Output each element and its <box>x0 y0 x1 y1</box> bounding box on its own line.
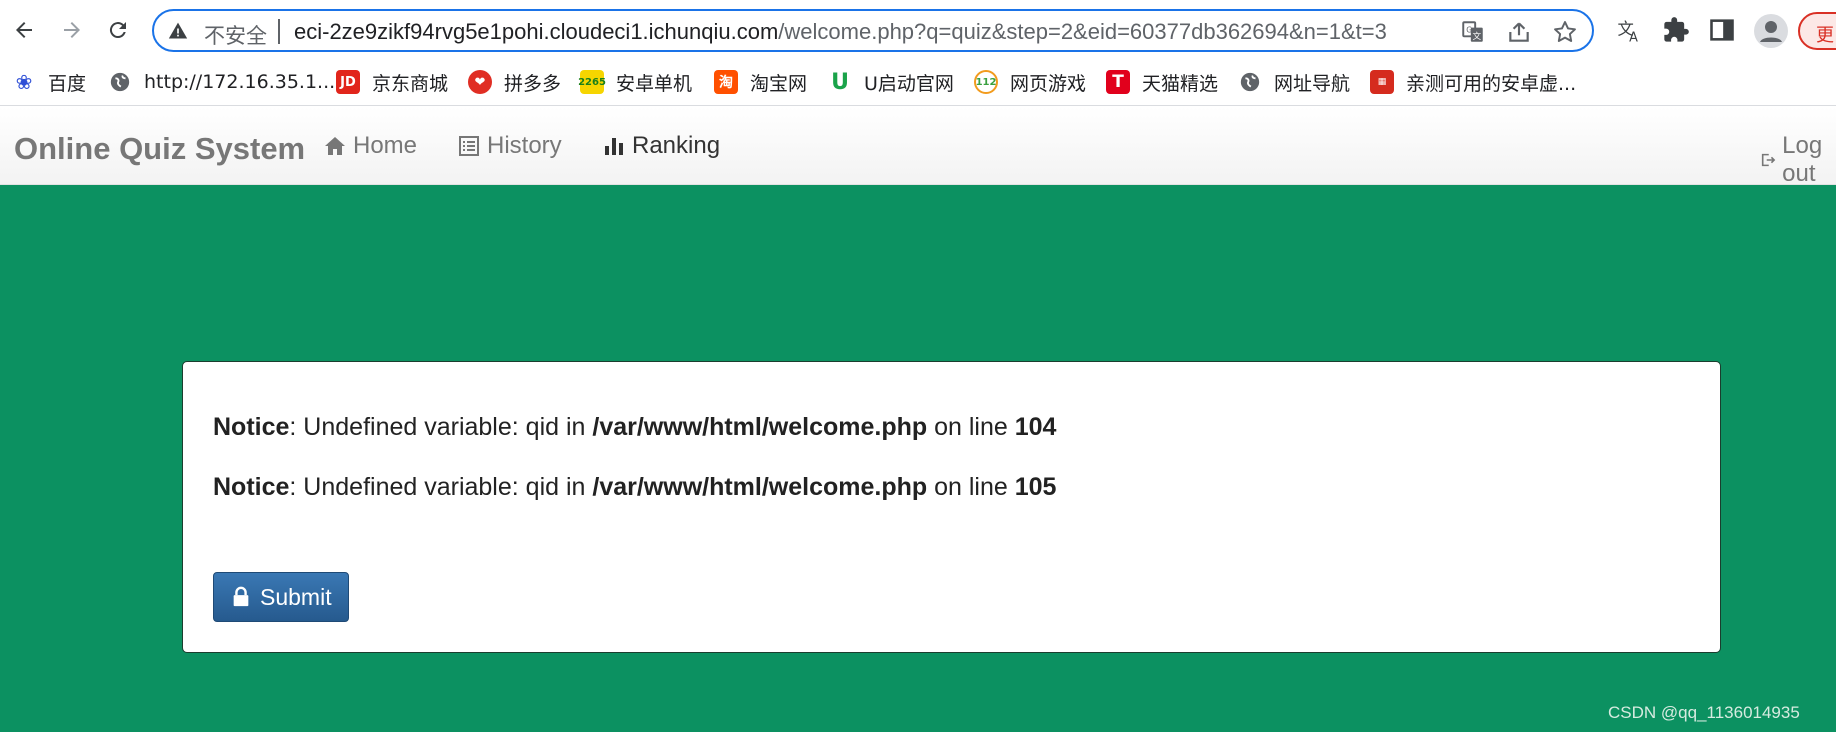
bookmark-item[interactable]: ❤ 拼多多 <box>468 67 561 97</box>
app-logo-icon: ▦ <box>1370 70 1394 94</box>
nav-logout[interactable]: Log out <box>1760 132 1836 188</box>
bookmark-label: 京东商城 <box>372 72 449 95</box>
reload-button[interactable] <box>100 12 136 48</box>
security-label[interactable]: 不安全 <box>204 20 267 50</box>
main-content: Notice: Undefined variable: qid in /var/… <box>0 185 1836 732</box>
bookmark-item[interactable]: http://172.16.35.1... <box>108 67 335 97</box>
notice-file: /var/www/html/welcome.php <box>592 473 928 501</box>
bookmark-item[interactable]: T 天猫精选 <box>1106 67 1218 97</box>
bookmark-label: U启动官网 <box>864 72 954 95</box>
tmall-logo-icon: T <box>1106 70 1130 94</box>
bookmark-star-icon[interactable] <box>1552 19 1578 45</box>
bookmark-label: 百度 <box>48 72 87 95</box>
translate-page-icon[interactable]: 文G <box>1460 19 1486 45</box>
url-path: /welcome.php?q=quiz&step=2&eid=60377db36… <box>778 19 1387 44</box>
site-brand[interactable]: Online Quiz System <box>14 131 305 167</box>
update-button[interactable]: 更 <box>1798 12 1836 50</box>
notice-on-line: on line <box>927 473 1015 501</box>
nav-ranking-label: Ranking <box>632 132 721 159</box>
bookmark-label: 网址导航 <box>1274 72 1351 95</box>
side-panel-icon[interactable] <box>1708 16 1736 44</box>
bookmark-label: 淘宝网 <box>750 72 808 95</box>
reload-icon <box>109 22 126 39</box>
arrow-left-icon <box>16 22 32 38</box>
nav-logout-label: Log out <box>1782 132 1823 187</box>
warning-triangle-icon <box>168 22 188 39</box>
jd-logo-icon: JD <box>336 70 360 94</box>
person-icon <box>1760 21 1782 42</box>
bookmark-item[interactable]: JD 京东商城 <box>336 67 448 97</box>
notice-line-number: 105 <box>1014 473 1057 501</box>
logout-icon <box>1761 153 1776 167</box>
stats-bars-icon <box>605 138 623 155</box>
baidu-paw-icon: ❀ <box>15 70 33 94</box>
pinduoduo-logo-icon: ❤ <box>468 70 492 94</box>
url-text[interactable]: eci-2ze9zikf94rvg5e1pohi.cloudeci1.ichun… <box>294 19 1387 45</box>
nav-history[interactable]: History <box>457 132 562 160</box>
bookmark-item[interactable]: ▦ 亲测可用的安卓虚... <box>1370 67 1576 97</box>
browser-toolbar: 不安全 eci-2ze9zikf94rvg5e1pohi.cloudeci1.i… <box>0 0 1836 61</box>
taobao-logo-icon: 淘 <box>714 70 738 94</box>
watermark: CSDN @qq_1136014935 <box>1608 703 1800 722</box>
bookmark-label: 安卓单机 <box>616 72 693 95</box>
u-logo-icon: U <box>831 69 849 95</box>
address-separator <box>278 19 280 44</box>
bookmark-label: 亲测可用的安卓虚... <box>1406 72 1577 95</box>
notice-message: : Undefined variable: qid in <box>289 473 593 501</box>
nav-home-label: Home <box>353 132 418 159</box>
bookmark-item[interactable]: 112 网页游戏 <box>974 67 1086 97</box>
svg-text:G: G <box>1466 26 1472 35</box>
home-icon <box>325 137 345 155</box>
notice-line-number: 104 <box>1014 413 1057 441</box>
globe-icon <box>108 70 132 94</box>
arrow-right-icon <box>64 22 80 38</box>
bookmark-item[interactable]: 淘 淘宝网 <box>714 67 807 97</box>
nav-history-label: History <box>487 132 562 159</box>
2265-logo-icon: 2265 <box>578 70 606 94</box>
notice-label: Notice <box>213 413 290 441</box>
share-icon[interactable] <box>1506 19 1532 45</box>
game-logo-icon: 112 <box>974 70 998 94</box>
list-alt-icon <box>459 136 479 156</box>
bookmark-item[interactable]: U U启动官网 <box>828 67 954 97</box>
bookmark-item[interactable]: ❀ 百度 <box>12 67 86 97</box>
bookmark-label: http://172.16.35.1... <box>144 71 336 93</box>
address-bar[interactable]: 不安全 eci-2ze9zikf94rvg5e1pohi.cloudeci1.i… <box>152 9 1594 52</box>
bookmark-item[interactable]: 2265 安卓单机 <box>578 67 693 97</box>
notice-label: Notice <box>213 473 290 501</box>
nav-home[interactable]: Home <box>323 132 417 160</box>
forward-button[interactable] <box>54 12 90 48</box>
bookmark-label: 天猫精选 <box>1142 72 1219 95</box>
php-notice: Notice: Undefined variable: qid in /var/… <box>213 473 1056 502</box>
profile-avatar[interactable] <box>1754 14 1788 48</box>
bookmarks-bar: ❀ 百度 http://172.16.35.1... JD 京东商城 ❤ 拼多多… <box>0 61 1836 106</box>
submit-label: Submit <box>260 583 332 610</box>
bookmark-item[interactable]: 网址导航 <box>1238 67 1350 97</box>
lock-icon <box>233 586 249 607</box>
quiz-panel: Notice: Undefined variable: qid in /var/… <box>182 361 1721 653</box>
translate-extension-icon[interactable]: 文A <box>1614 16 1642 44</box>
url-host: eci-2ze9zikf94rvg5e1pohi.cloudeci1.ichun… <box>294 19 779 44</box>
notice-file: /var/www/html/welcome.php <box>592 413 928 441</box>
back-button[interactable] <box>6 12 42 48</box>
bookmark-label: 拼多多 <box>504 72 562 95</box>
globe-icon <box>1238 70 1262 94</box>
notice-on-line: on line <box>927 413 1015 441</box>
svg-text:文: 文 <box>1472 30 1481 42</box>
svg-text:A: A <box>1629 31 1638 44</box>
submit-button[interactable]: Submit <box>213 572 349 622</box>
notice-message: : Undefined variable: qid in <box>289 413 593 441</box>
nav-ranking[interactable]: Ranking <box>602 132 720 160</box>
site-navbar: Online Quiz System Home History Ranking … <box>0 107 1836 188</box>
puzzle-extensions-icon[interactable] <box>1662 16 1690 44</box>
php-notice: Notice: Undefined variable: qid in /var/… <box>213 413 1056 442</box>
bookmark-label: 网页游戏 <box>1010 72 1087 95</box>
